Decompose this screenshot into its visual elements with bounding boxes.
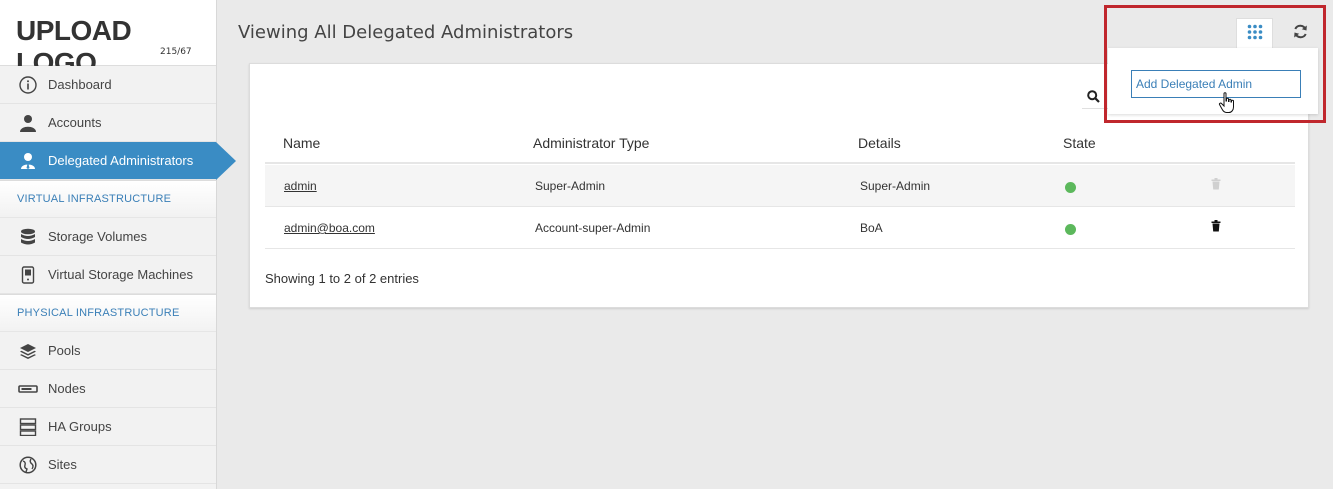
database-icon: [18, 227, 38, 247]
refresh-icon: [1293, 24, 1308, 42]
admin-type: Super-Admin: [535, 179, 606, 193]
admin-details: Super-Admin: [860, 179, 931, 193]
logo-subtext: 215/67: [160, 47, 192, 57]
sidebar: UPLOAD LOGO 215/67 Dashboard Accounts De…: [0, 0, 236, 489]
sidebar-item-accounts[interactable]: Accounts: [0, 104, 216, 142]
table-header: Name Administrator Type Details State: [265, 124, 1295, 164]
hand-cursor-icon: [1218, 92, 1236, 117]
sidebar-item-label: Virtual Storage Machines: [48, 267, 194, 282]
trash-icon-disabled: [1211, 165, 1221, 207]
grid-menu-button[interactable]: [1236, 18, 1273, 48]
sidebar-item-label: Storage Volumes: [48, 229, 148, 244]
search-icon[interactable]: [1087, 90, 1100, 106]
sidebar-item-label: Pools: [48, 343, 81, 358]
admin-name-link[interactable]: admin@boa.com: [284, 207, 375, 249]
state-indicator: [1065, 182, 1076, 193]
section-virtual-infrastructure: VIRTUAL INFRASTRUCTURE: [0, 180, 216, 218]
actions-dropdown: Add Delegated Admin: [1108, 48, 1318, 114]
trash-icon[interactable]: [1211, 207, 1221, 249]
table-row: admin@boa.com Account-super-Admin BoA: [265, 207, 1295, 249]
state-indicator: [1065, 224, 1076, 235]
user-icon: [18, 113, 38, 133]
sidebar-item-label: Accounts: [48, 115, 102, 130]
page-title: Viewing All Delegated Administrators: [238, 22, 574, 43]
sidebar-item-label: Delegated Administrators: [48, 153, 194, 168]
add-delegated-admin-menu-item[interactable]: Add Delegated Admin: [1131, 70, 1301, 98]
user-admin-icon: [18, 151, 38, 171]
sidebar-item-label: Dashboard: [48, 77, 112, 92]
column-header-details[interactable]: Details: [858, 124, 901, 162]
grid-icon: [1247, 24, 1263, 43]
column-header-administrator-type[interactable]: Administrator Type: [533, 124, 649, 162]
sidebar-item-label: Sites: [48, 457, 77, 472]
table-entries-info: Showing 1 to 2 of 2 entries: [265, 271, 419, 286]
info-circle-icon: [18, 75, 38, 95]
admin-details: BoA: [860, 221, 883, 235]
sidebar-item-nodes[interactable]: Nodes: [0, 370, 216, 408]
sidebar-item-pools[interactable]: Pools: [0, 332, 216, 370]
refresh-button[interactable]: [1287, 20, 1313, 46]
layers-icon: [18, 341, 38, 361]
node-bar-icon: [18, 379, 38, 399]
admin-type: Account-super-Admin: [535, 221, 651, 235]
table-row: admin Super-Admin Super-Admin: [265, 165, 1295, 207]
sidebar-item-sites[interactable]: Sites: [0, 446, 216, 484]
sidebar-item-delegated-administrators[interactable]: Delegated Administrators: [0, 142, 236, 180]
sidebar-item-label: Nodes: [48, 381, 86, 396]
admin-name-link[interactable]: admin: [284, 165, 317, 207]
sidebar-item-label: HA Groups: [48, 419, 112, 434]
sidebar-item-ha-groups[interactable]: HA Groups: [0, 408, 216, 446]
column-header-state[interactable]: State: [1063, 124, 1096, 162]
globe-icon: [18, 455, 38, 475]
section-physical-infrastructure: PHYSICAL INFRASTRUCTURE: [0, 294, 216, 332]
column-header-name[interactable]: Name: [283, 124, 320, 162]
sidebar-item-storage-volumes[interactable]: Storage Volumes: [0, 218, 216, 256]
server-stack-icon: [18, 417, 38, 437]
server-tower-icon: [18, 265, 38, 285]
sidebar-item-virtual-storage-machines[interactable]: Virtual Storage Machines: [0, 256, 216, 294]
sidebar-item-dashboard[interactable]: Dashboard: [0, 66, 216, 104]
logo[interactable]: UPLOAD LOGO 215/67: [0, 0, 216, 78]
